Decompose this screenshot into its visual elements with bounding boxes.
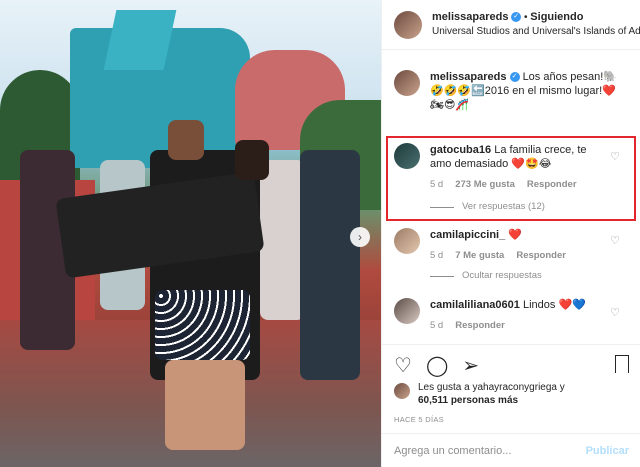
photo-building-tower [103,10,177,70]
comment-likes[interactable]: 7 Me gusta [455,249,504,263]
avatar[interactable] [394,228,420,254]
comment-item: camilapiccini_ ❤️ 5 d 7 Me gusta Respond… [394,228,600,283]
photo-head [168,120,204,160]
photo-person-bg [300,150,360,380]
comment-item: camilaliliana0601 Lindos ❤️💙 5 d Respond… [394,298,600,333]
location-link[interactable]: Universal Studios and Universal's Island… [432,25,640,39]
post-actions: ♡ ◯ ➢ Les gusta a yahayraconygriega y 60… [382,344,640,467]
avatar[interactable] [394,70,420,96]
likes-line-1[interactable]: Les gusta a yahayraconygriega y [418,381,565,394]
heart-icon[interactable]: ♡ [394,353,412,378]
divider [430,275,454,277]
comment-username[interactable]: camilaliliana0601 [430,299,520,311]
photo-head [235,140,269,180]
comment-icon[interactable]: ◯ [426,353,448,378]
comment-username[interactable]: camilapiccini_ [430,229,505,241]
post-header: melissapareds ✓ • Siguiendo Universal St… [382,0,640,50]
highlight-box [386,136,636,221]
comment-input[interactable]: Agrega un comentario... [394,445,511,457]
heart-icon[interactable]: ♡ [610,306,620,319]
following-button[interactable]: Siguiendo [530,11,583,23]
heart-icon[interactable]: ♡ [610,234,620,247]
comment-time: 5 d [430,320,444,331]
likes-line-2[interactable]: 60,511 personas más [418,394,565,407]
photo-legs [165,360,245,450]
post-side-panel: melissapareds ✓ • Siguiendo Universal St… [381,0,640,467]
avatar[interactable] [394,10,422,39]
comment-text: ❤️ [508,229,522,241]
likes-summary[interactable]: Les gusta a yahayraconygriega y 60,511 p… [394,381,565,407]
photo-person-bg [260,160,305,320]
verified-icon: ✓ [511,12,522,23]
caption-username[interactable]: melissapareds [430,71,506,83]
avatar [394,383,410,399]
comment-form: Agrega un comentario... Publicar [382,433,640,467]
reply-button[interactable]: Responder [455,319,505,333]
hide-replies[interactable]: Ocultar respuestas [430,269,600,283]
bookmark-icon[interactable] [615,355,629,373]
chevron-right-icon[interactable]: › [350,227,370,247]
caption: melissapareds ✓ Los años pesan!🐘 🤣🤣🤣🔙201… [394,70,620,112]
separator: • [524,12,528,23]
avatar[interactable] [394,298,420,324]
verified-icon: ✓ [509,72,520,83]
post-timestamp: HACE 5 DÍAS [394,415,444,424]
hide-replies-label[interactable]: Ocultar respuestas [462,269,542,283]
comment-text: Lindos ❤️💙 [522,299,586,311]
publish-button[interactable]: Publicar [586,445,629,457]
photo-shorts [155,290,250,360]
post-username[interactable]: melissapareds [432,11,508,23]
post-photo: › [0,0,381,467]
share-icon[interactable]: ➢ [462,353,479,378]
reply-button[interactable]: Responder [516,249,566,263]
comment-time: 5 d [430,250,444,261]
